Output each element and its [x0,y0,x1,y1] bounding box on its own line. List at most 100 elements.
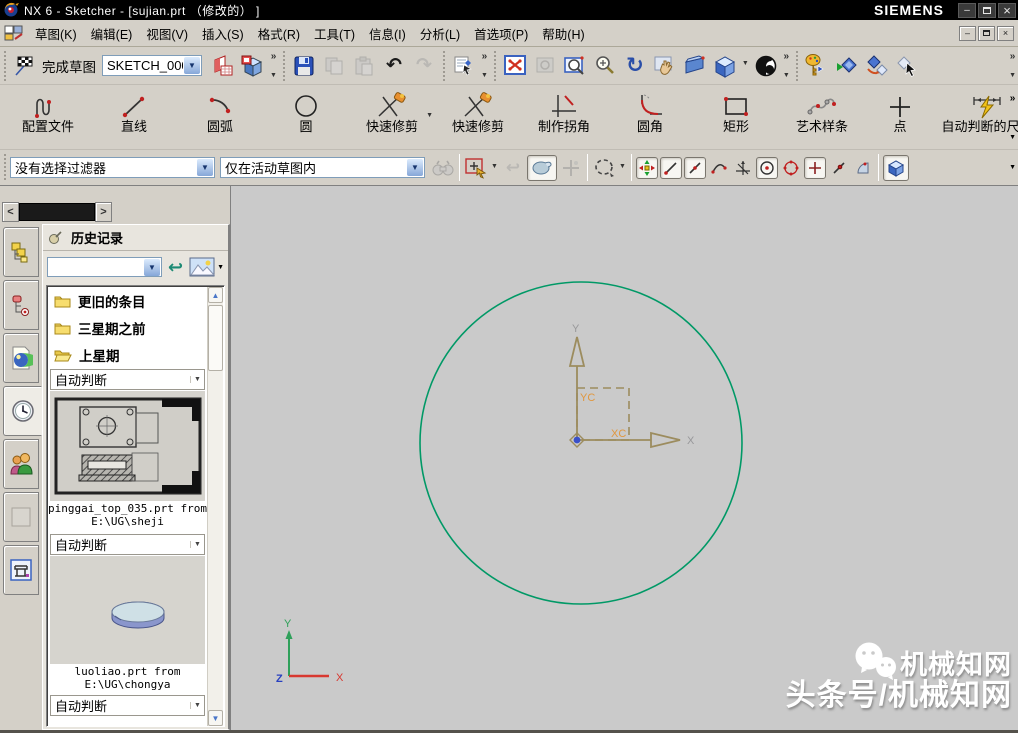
menu-edit[interactable]: 编辑(E) [84,21,140,46]
combo-dropdown-icon[interactable]: ▼ [197,159,213,176]
render-style-icon[interactable] [751,51,781,81]
tab-roles[interactable] [3,439,39,489]
history-folder-older[interactable]: 更旧的条目 [48,287,207,314]
menu-information[interactable]: 信息(I) [362,21,413,46]
toolbar-grip[interactable] [493,50,498,81]
menu-insert[interactable]: 插入(S) [195,21,251,46]
tab-blank[interactable] [3,492,39,542]
zoom-in-out-icon[interactable] [590,51,620,81]
menu-sketch[interactable]: 草图(K) [28,21,84,46]
snap-intersection-icon[interactable] [732,157,754,179]
sketch-origin-point[interactable] [574,437,581,444]
menu-help[interactable]: 帮助(H) [535,21,591,46]
tool-studio-spline[interactable]: 艺术样条 [779,88,865,146]
history-back-icon[interactable]: ↩ [168,257,183,278]
expand-panel-button[interactable]: > [95,202,112,222]
history-item-filter-dropdown[interactable]: 自动判断 ▼ [50,695,205,716]
history-search-combo[interactable]: ▼ [47,257,162,277]
tool-circle[interactable]: 圆 [263,88,349,146]
perspective-icon[interactable] [680,51,710,81]
combo-dropdown-icon[interactable]: ▼ [407,159,423,176]
sketch-name-combo[interactable]: SKETCH_000 ▼ [102,55,202,76]
restore-button[interactable] [978,3,996,18]
enable-snap-point-icon[interactable] [636,157,658,179]
preview-image-icon[interactable] [189,257,215,277]
close-button[interactable]: × [998,3,1016,18]
paste-icon[interactable] [349,51,379,81]
tool-inferred-dimension[interactable]: 自动判断的尺寸 ▼ [935,88,1018,146]
history-folder-three-weeks[interactable]: 三星期之前 [48,314,207,341]
toolbar-overflow[interactable]: »▼ [781,51,792,81]
tool-fillet[interactable]: 圆角 [607,88,693,146]
tool-profile[interactable]: 配置文件 [5,88,91,146]
highlight-selection-icon[interactable] [527,155,557,181]
toolbar-grip[interactable] [795,50,800,81]
undo-icon[interactable]: ↶ [379,51,409,81]
show-object-icon[interactable] [832,51,862,81]
copy-icon[interactable] [319,51,349,81]
tab-constraint-navigator[interactable] [3,280,39,330]
selection-filter-combo[interactable]: 没有选择过滤器 ▼ [10,157,215,178]
toolbar-grip[interactable] [442,50,447,81]
history-folder-last-week[interactable]: 上星期 [48,341,207,368]
hide-object-icon[interactable] [862,51,892,81]
dropdown-icon[interactable]: ▼ [489,162,500,174]
snap-point-on-face-icon[interactable] [852,157,874,179]
scroll-down-button[interactable]: ▼ [208,710,223,726]
collapse-panel-button[interactable]: < [2,202,19,222]
tool-rectangle[interactable]: 矩形 [693,88,779,146]
orient-view-to-sketch-icon[interactable] [238,51,268,81]
snap-endpoint-icon[interactable] [660,157,682,179]
combo-dropdown-icon[interactable]: ▼ [184,57,200,74]
snap-control-point-icon[interactable] [708,157,730,179]
history-item-filter-dropdown[interactable]: 自动判断 ▼ [50,534,205,555]
dropdown-icon[interactable]: ▼ [217,264,224,271]
reattach-sketch-icon[interactable] [208,51,238,81]
dropdown-icon[interactable]: ▼ [617,162,628,174]
finish-sketch-button[interactable]: 完成草图 [42,56,96,76]
combo-dropdown-icon[interactable]: ▼ [144,259,160,276]
tool-arc[interactable]: 圆弧 [177,88,263,146]
dropdown-icon[interactable]: ▼ [190,541,204,548]
snap-arc-center-icon[interactable] [756,157,778,179]
history-item-filter-dropdown[interactable]: 自动判断 ▼ [50,369,205,390]
toolbar-grip[interactable] [3,153,8,182]
finish-sketch-flag-icon[interactable] [10,51,40,81]
snap-quadrant-icon[interactable] [780,157,802,179]
restore-selection-icon[interactable]: ↩ [500,155,526,181]
show-hide-cursor-icon[interactable] [892,51,922,81]
information-window-icon[interactable] [449,51,479,81]
view-style-dropdown[interactable]: ▼ [740,59,751,73]
fit-view-icon[interactable] [500,51,530,81]
minimize-button[interactable]: – [958,3,976,18]
dropdown-icon[interactable]: ▼ [190,376,204,383]
history-thumbnail-pinggai[interactable] [50,391,205,501]
tool-point[interactable]: 点 [865,88,935,146]
toolbar-grip[interactable] [3,50,8,81]
dropdown-icon[interactable]: ▼ [190,702,204,709]
pan-view-icon[interactable] [650,51,680,81]
tab-history[interactable] [3,386,42,436]
tool-make-corner[interactable]: 制作拐角 [521,88,607,146]
tool-quick-trim[interactable]: 快速修剪 ▼ [349,88,435,146]
zoom-to-selection-icon[interactable] [530,51,560,81]
redo-icon[interactable]: ↷ [409,51,439,81]
snap-midpoint-icon[interactable] [684,157,706,179]
snap-existing-point-icon[interactable] [804,157,826,179]
history-scrollbar[interactable]: ▲ ▼ [207,287,223,726]
menu-analysis[interactable]: 分析(L) [413,21,467,46]
find-binoculars-icon[interactable] [430,155,456,181]
dropdown-icon[interactable]: ▼ [426,112,433,119]
tool-quick-trim-2[interactable]: 快速修剪 [435,88,521,146]
doc-close-button[interactable]: × [997,26,1014,41]
scroll-up-button[interactable]: ▲ [208,287,223,303]
panel-drag-bar[interactable] [19,203,95,221]
work-section-cube-icon[interactable] [883,155,909,181]
zoom-box-icon[interactable] [560,51,590,81]
snap-point-settings-icon[interactable] [463,155,489,181]
selection-wand-icon[interactable] [558,155,584,181]
doc-restore-button[interactable] [978,26,995,41]
toolbar-overflow[interactable]: ▼ [1009,164,1016,171]
history-pin-icon[interactable] [47,230,63,246]
graphics-window[interactable]: Y X YC XC Y X Z [230,186,1018,730]
